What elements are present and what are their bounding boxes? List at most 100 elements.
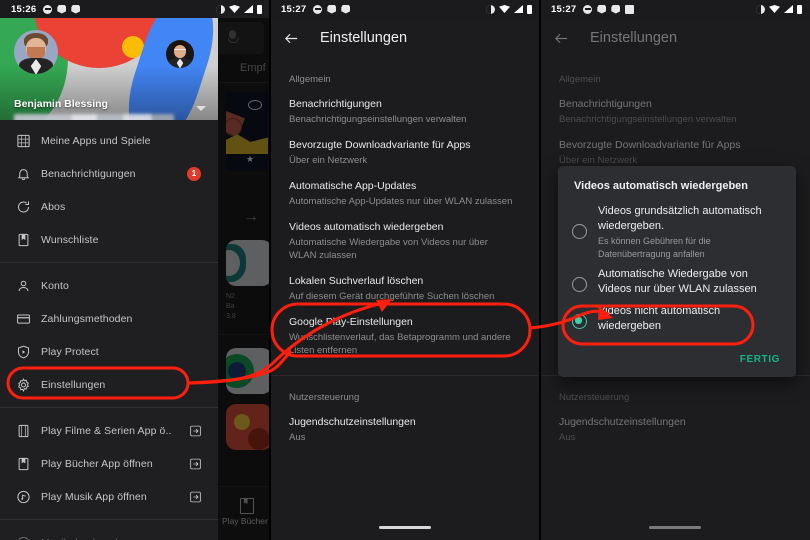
drawer-item-label: Einstellungen [41,378,106,391]
battery-icon [257,4,262,14]
drawer-divider [0,407,218,408]
signal-icon [784,5,793,13]
drawer-item-abos[interactable]: Abos [0,190,218,223]
drawer-item-konto[interactable]: Konto [0,269,218,302]
dialog-option-wifi-only[interactable]: Automatische Wiedergabe von Videos nur ü… [558,267,796,297]
app-bar: Einstellungen [540,18,810,58]
arrow-back-icon[interactable] [283,30,300,47]
drawer-item-label: Play Musik App öffnen [41,490,147,503]
dialog-option-label: Automatische Wiedergabe von Videos nur ü… [598,268,757,295]
half-circle-icon [216,4,225,14]
dialog-option-always[interactable]: Videos grundsätzlich automatisch wiederg… [558,204,796,260]
card-icon [16,311,31,326]
drawer-item-label: Abos [41,200,66,213]
home-indicator[interactable] [379,526,431,529]
drawer-item-label: Musik durchsuchen [41,537,133,540]
setting-row-jugendschutz[interactable]: Jugendschutzeinstellungen Aus [270,403,540,444]
drawer-item-label: Play Filme & Serien App ö.. [41,424,172,437]
wifi-icon [229,5,240,13]
drawer-item-play-buecher[interactable]: Play Bücher App öffnen [0,447,218,480]
section-header: Nutzersteuerung [289,392,360,403]
dialog-title: Videos automatisch wiedergeben [574,180,749,192]
open-external-icon[interactable] [189,457,202,470]
drawer-items: Meine Apps und Spiele Benachrichtigungen… [0,120,218,540]
navigation-drawer: Benjamin Blessing Meine Apps und Spiele … [0,18,218,540]
radio-button-selected[interactable] [572,314,587,329]
radio-button[interactable] [572,277,587,292]
drawer-item-benachrichtigungen[interactable]: Benachrichtigungen 1 [0,157,218,190]
setting-title: Automatische App-Updates [289,180,417,192]
setting-row-videos-autoplay[interactable]: Videos automatisch wiedergeben Automatis… [270,208,540,262]
setting-row-google-play[interactable]: Google Play-Einstellungen Wunschlistenve… [270,303,540,357]
person-icon [16,278,31,293]
setting-row-benachrichtigungen[interactable]: Benachrichtigungen Benachrichtigungseins… [540,85,810,126]
account-name: Benjamin Blessing [14,98,108,110]
drawer-item-zahlungsmethoden[interactable]: Zahlungsmethoden [0,302,218,335]
drawer-item-einstellungen[interactable]: Einstellungen [0,368,218,401]
radio-button[interactable] [572,224,587,239]
setting-title: Videos automatisch wiedergeben [289,221,444,233]
panel-separator [269,0,271,540]
drawer-item-label: Benachrichtigungen [41,167,136,180]
drawer-divider [0,519,218,520]
page-title: Einstellungen [590,30,678,46]
open-external-icon[interactable] [189,424,202,437]
setting-subtitle: Auf diesem Gerät durchgeführte Suchen lö… [289,291,495,302]
drawer-item-play-protect[interactable]: Play Protect [0,335,218,368]
drawer-item-play-filme[interactable]: Play Filme & Serien App ö.. [0,414,218,447]
grid-icon [16,133,31,148]
arrow-back-icon[interactable] [553,30,570,47]
setting-row-downloadvariante[interactable]: Bevorzugte Downloadvariante für Apps Übe… [270,126,540,167]
music-note-icon [16,489,31,504]
drawer-account-header[interactable]: Benjamin Blessing [0,18,218,120]
setting-title: Jugendschutzeinstellungen [559,416,686,428]
setting-title: Bevorzugte Downloadvariante für Apps [559,139,741,151]
bell-icon [16,166,31,181]
drawer-item-wunschliste[interactable]: Wunschliste [0,223,218,256]
setting-title: Bevorzugte Downloadvariante für Apps [289,139,471,151]
half-circle-icon [756,4,765,14]
music-note-icon [16,535,31,540]
dialog-option-label: Videos nicht automatisch wiedergeben [598,305,721,332]
book-icon [16,456,31,471]
setting-subtitle: Benachrichtigungseinstellungen verwalten [559,114,737,125]
setting-title: Lokalen Suchverlauf löschen [289,275,424,287]
home-indicator[interactable] [649,526,701,529]
setting-row-suchverlauf[interactable]: Lokalen Suchverlauf löschen Auf diesem G… [270,262,540,303]
bug-icon [327,4,337,14]
setting-subtitle: Über ein Netzwerk [289,155,368,166]
bug-icon [57,4,67,14]
signal-icon [514,5,523,13]
setting-subtitle: Benachrichtigungseinstellungen verwalten [289,114,467,125]
chevron-down-icon[interactable] [196,106,206,111]
drawer-item-meine-apps[interactable]: Meine Apps und Spiele [0,124,218,157]
status-time: 15:27 [551,3,577,15]
setting-title: Google Play-Einstellungen [289,316,413,328]
setting-row-jugendschutz[interactable]: Jugendschutzeinstellungen Aus [540,403,810,444]
drawer-item-play-musik[interactable]: Play Musik App öffnen [0,480,218,513]
avatar-secondary[interactable] [166,40,194,68]
dialog-confirm-button[interactable]: FERTIG [740,354,780,365]
setting-title: Benachrichtigungen [289,98,382,110]
panel-play-store-drawer: Empf ★ → N2Ba3,8 Play Bücher App öffnen [0,0,270,540]
drawer-item-label: Meine Apps und Spiele [41,134,151,147]
setting-subtitle: Automatische App-Updates nur über WLAN z… [289,196,513,207]
setting-row-benachrichtigungen[interactable]: Benachrichtigungen Benachrichtigungseins… [270,85,540,126]
dialog-option-never[interactable]: Videos nicht automatisch wiedergeben [558,304,796,334]
drawer-item-musik-durchsuchen[interactable]: Musik durchsuchen [0,526,218,540]
wifi-icon [499,5,510,13]
bug-icon [341,4,351,14]
panel-settings-dialog: Einstellungen Allgemein Benachrichtigung… [540,0,810,540]
dnd-icon [313,4,323,14]
section-header: Allgemein [559,74,601,85]
wifi-icon [769,5,780,13]
open-external-icon[interactable] [189,490,202,503]
setting-row-app-updates[interactable]: Automatische App-Updates Automatische Ap… [270,167,540,208]
setting-row-downloadvariante[interactable]: Bevorzugte Downloadvariante für Apps Übe… [540,126,810,167]
status-bar: 15:27 [540,0,810,18]
dialog-option-sublabel: Es können Gebühren für die Datenübertrag… [598,236,711,259]
panel-settings: Einstellungen Allgemein Benachrichtigung… [270,0,540,540]
shield-play-icon [16,344,31,359]
drawer-item-label: Play Protect [41,345,99,358]
avatar[interactable] [14,30,58,74]
